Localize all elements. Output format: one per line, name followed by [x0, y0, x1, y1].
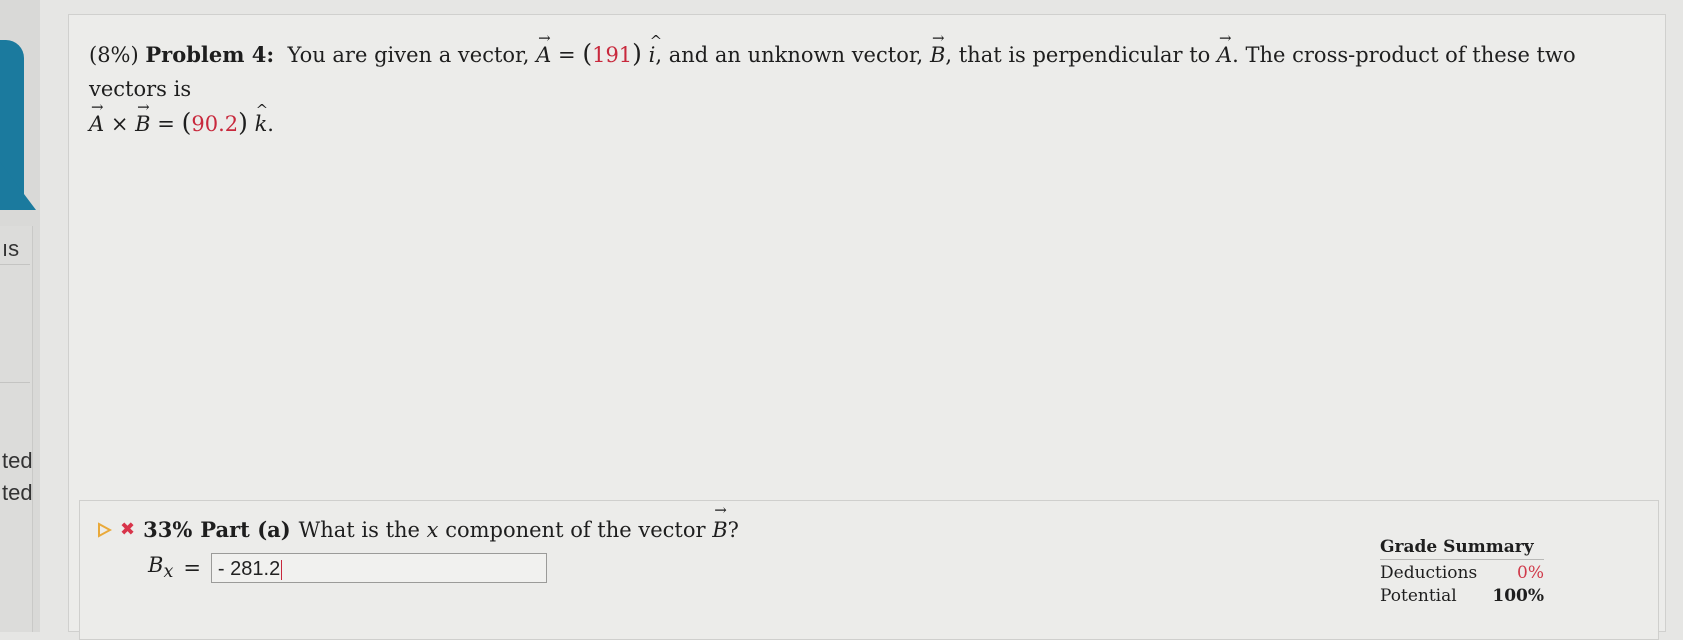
statement-text: , that is perpendicular to: [945, 43, 1211, 67]
cross-symbol: ×: [110, 112, 129, 136]
equals-sign: =: [558, 43, 576, 67]
part-a-score: 33%: [143, 517, 193, 542]
equals-sign: =: [157, 112, 175, 136]
answer-row: Bx = - 281.2: [148, 553, 547, 583]
sidebar-divider: [0, 382, 30, 383]
answer-input[interactable]: - 281.2: [210, 553, 547, 583]
sidebar-divider: [0, 264, 30, 265]
part-a-header[interactable]: ✖ 33% Part (a) What is the x component o…: [96, 501, 739, 542]
part-a-question: What is the x component of the vector B?: [299, 501, 739, 542]
part-a-panel: ✖ 33% Part (a) What is the x component o…: [79, 500, 1659, 640]
left-sidebar: ıs ted ted: [0, 0, 40, 632]
vector-a: A: [1217, 21, 1232, 72]
grade-summary: Grade Summary Deductions 0% Potential 10…: [1380, 537, 1544, 606]
potential-row: Potential 100%: [1380, 586, 1544, 606]
problem-title: Problem 4:: [145, 42, 275, 67]
text-caret: [281, 559, 283, 580]
potential-value: 100%: [1492, 586, 1544, 606]
incorrect-x-icon: ✖: [120, 519, 136, 540]
potential-label: Potential: [1380, 586, 1457, 606]
equals-sign: =: [183, 556, 201, 580]
unit-vector-k: k: [255, 93, 268, 141]
deductions-row: Deductions 0%: [1380, 563, 1544, 583]
problem-weight: (8%): [89, 43, 139, 67]
vector-b: B: [135, 90, 150, 141]
sidebar-text-fragment: ıs: [2, 236, 20, 261]
vector-a: A: [89, 90, 104, 141]
sidebar-panel: [0, 226, 33, 632]
vector-a: A: [536, 21, 551, 72]
cross-product-magnitude: 90.2: [191, 112, 239, 136]
expand-triangle-icon[interactable]: [96, 521, 112, 538]
part-a-label: Part (a): [200, 517, 291, 542]
unit-vector-i: i: [649, 24, 662, 72]
sidebar-text-fragment: ted: [2, 480, 33, 505]
deductions-value: 0%: [1517, 563, 1544, 583]
statement-text: .: [267, 112, 274, 136]
problem-statement: (8%) Problem 4: You are given a vector, …: [89, 21, 1649, 141]
statement-text: You are given a vector,: [287, 43, 530, 67]
deductions-label: Deductions: [1380, 563, 1478, 583]
problem-card: (8%) Problem 4: You are given a vector, …: [68, 14, 1666, 640]
vector-b: B: [930, 21, 945, 72]
statement-text: , and an unknown vector,: [655, 43, 924, 67]
vector-a-magnitude: 191: [592, 43, 633, 67]
answer-label: Bx: [148, 553, 174, 583]
sidebar-text-fragment: ted: [2, 448, 33, 473]
grade-summary-title: Grade Summary: [1380, 537, 1544, 560]
